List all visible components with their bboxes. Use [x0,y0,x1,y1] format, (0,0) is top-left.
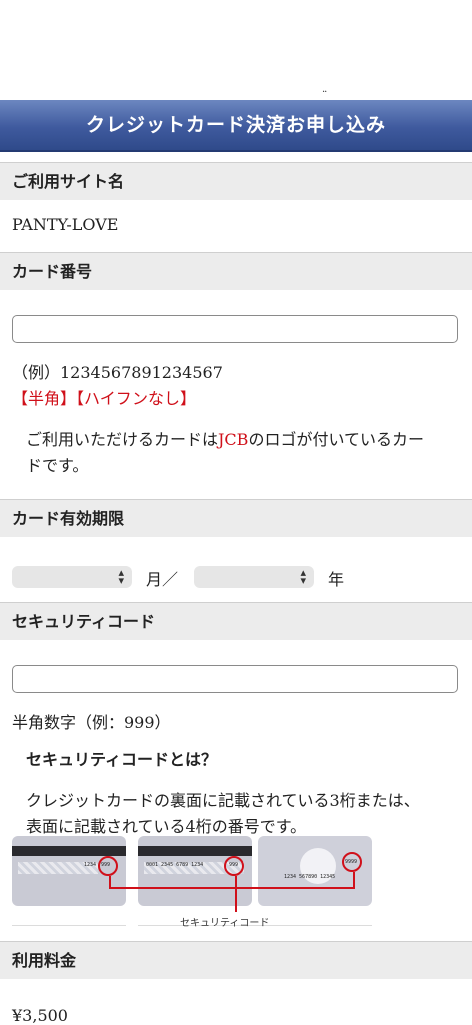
expiry-year-select[interactable]: ▴ ▾ [194,566,314,588]
expiry-year-label: 年 [328,570,345,589]
security-code-diagram: 1234 999 0001 2345 6789 1234 999 1234 56… [12,836,460,929]
connector-line [235,876,237,912]
select-arrows-icon: ▴ ▾ [300,566,306,587]
card-front-image: 1234 567890 12345 9999 [258,836,372,906]
card-number-input[interactable] [12,315,458,343]
magnetic-stripe [12,846,126,856]
card-front-number: 1234 567890 12345 [284,874,336,880]
card-number-example: （例）1234567891234567 [12,363,223,382]
expiry-month-label: 月／ [146,570,179,589]
card-number-notes: 【半角】【ハイフンなし】 [12,385,196,409]
security-code-what-heading: セキュリティコードとは？ [26,750,218,769]
section-security-code: セキュリティコード [0,602,472,640]
section-fee: 利用料金 [0,941,472,979]
code-highlight-circle [98,856,118,876]
divider [12,925,126,926]
magnetic-stripe [138,846,252,856]
top-blank-area: .. [0,0,472,95]
select-arrows-icon: ▴ ▾ [118,566,124,587]
connector-line [109,887,355,889]
card-back-number: 1234 [84,862,97,868]
security-code-desc-line1: クレジットカードの裏面に記載されている3桁または、 [26,791,420,810]
page-title: クレジットカード決済お申し込み [0,100,472,152]
code-highlight-circle [224,856,244,876]
notice-post: のロゴが付いているカー [248,430,424,449]
notice-pre: ご利用いただけるカードは [26,430,219,449]
card-back-image: 1234 999 [12,836,126,906]
card-brand-notice-line2: ドです。 [26,456,89,475]
section-expiry: カード有効期限 [0,499,472,537]
notice-brand: JCB [218,430,249,449]
card-back2-number: 0001 2345 6789 1234 [146,862,204,868]
card-brand-notice: ご利用いただけるカードはJCBのロゴが付いているカー [26,426,456,450]
note-no-hyphen: 【ハイフンなし】 [76,389,197,408]
code-highlight-circle [342,852,362,872]
note-halfwidth: 【半角】 [12,389,77,408]
section-site-name: ご利用サイト名 [0,162,472,200]
section-card-number: カード番号 [0,252,472,290]
fee-value: ¥3,500 [12,1006,68,1025]
security-code-input[interactable] [12,665,458,693]
top-dots: .. [322,84,327,95]
security-code-diagram-label: セキュリティコード [180,918,270,929]
expiry-month-select[interactable]: ▴ ▾ [12,566,132,588]
connector-line [353,872,355,888]
site-name-value: PANTY-LOVE [12,215,119,234]
security-code-hint: 半角数字（例：999） [12,713,171,732]
security-code-desc-line2: 表面に記載されている4桁の番号です。 [26,817,307,836]
